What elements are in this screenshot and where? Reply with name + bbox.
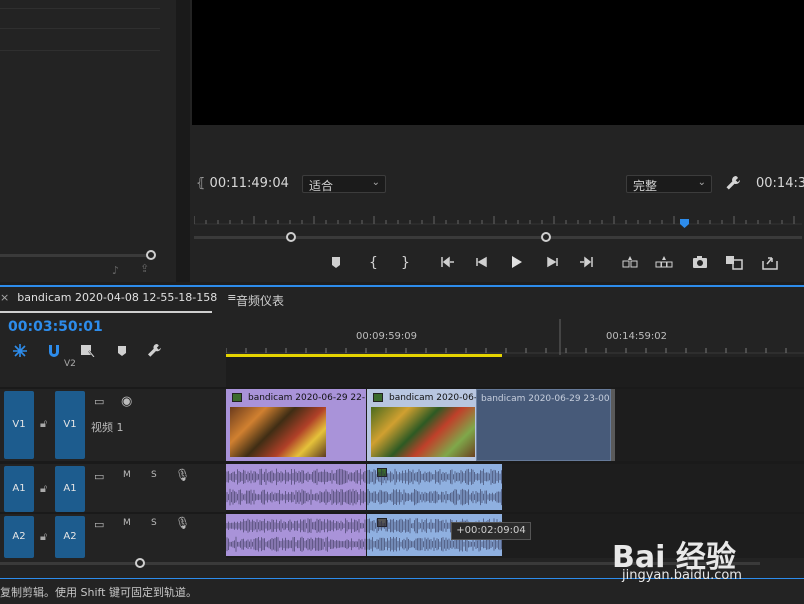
track-header-a1: A1 🔓︎ A1 ▭ M S 🎙︎	[0, 464, 226, 512]
mark-out-icon[interactable]: }	[394, 252, 414, 272]
zoom-handle-right[interactable]	[541, 232, 551, 242]
microphone-icon[interactable]: 🎙︎	[175, 516, 190, 530]
audio-clip[interactable]	[226, 514, 366, 556]
track-label-v2: V2	[64, 359, 76, 369]
fit-select-value: 适合	[309, 179, 334, 193]
export-icon[interactable]: ⇪	[140, 262, 149, 275]
step-forward-icon[interactable]	[542, 252, 562, 272]
tab-audio-meter[interactable]: 音频仪表	[236, 292, 284, 309]
camera-icon[interactable]	[690, 252, 710, 272]
fx-badge	[232, 393, 242, 402]
track-lane-a1[interactable]	[226, 464, 804, 512]
clip-edge	[611, 389, 615, 461]
film-icon[interactable]: ▭	[94, 395, 104, 408]
ruler-label: 00:14:59:02	[606, 331, 668, 342]
drag-offset-tooltip: +00:02:09:04	[451, 522, 531, 540]
go-to-out-icon[interactable]	[576, 252, 596, 272]
audio-waveform	[226, 468, 366, 506]
time-ruler[interactable]: 00:09:59:09 00:14:59:02	[226, 317, 804, 357]
project-panel: ♪ ⇪	[0, 0, 176, 282]
solo-button[interactable]: S	[151, 518, 157, 528]
source-patch-v1[interactable]: V1	[4, 391, 34, 459]
audio-clip[interactable]	[367, 464, 502, 510]
dragged-clip[interactable]: bandicam 2020-06-29 23-00-25	[476, 389, 611, 461]
audio-clip[interactable]	[226, 464, 366, 510]
panel-divider	[176, 0, 190, 282]
sync-lock-icon[interactable]: ▭	[94, 518, 104, 531]
track-header-v2: V2	[0, 357, 226, 387]
project-scrollbar[interactable]	[0, 254, 150, 257]
sync-lock-icon[interactable]: ▭	[94, 470, 104, 483]
video-clip[interactable]: bandicam 2020-06-29 22-1	[226, 389, 366, 461]
lock-icon[interactable]: 🔓︎	[40, 530, 47, 544]
scroll-knob[interactable]	[146, 250, 156, 260]
solo-button[interactable]: S	[151, 470, 157, 480]
fx-badge	[373, 393, 383, 402]
playhead-timecode-text: 00:11:49:04	[209, 176, 289, 191]
watermark-url: jingyan.baidu.com	[622, 568, 742, 583]
lift-icon[interactable]	[620, 252, 640, 272]
track-header-a2: A2 🔓︎ A2 ▭ M S 🎙︎	[0, 514, 226, 558]
source-patch-a2[interactable]: A2	[4, 516, 34, 558]
export-frame-icon[interactable]	[760, 252, 780, 272]
close-icon[interactable]: ×	[0, 291, 9, 304]
clip-title: bandicam 2020-06-29 22-1	[248, 393, 366, 403]
clip-title: bandicam 2020-06-2	[389, 393, 477, 403]
wrench-icon[interactable]	[724, 174, 742, 192]
quality-select-value: 完整	[633, 179, 658, 193]
divider	[0, 50, 160, 51]
tab-underline	[0, 311, 212, 313]
track-lane-v1[interactable]: bandicam 2020-06-29 22-1 bandicam 2020-0…	[226, 389, 804, 461]
go-to-in-icon[interactable]	[438, 252, 458, 272]
video-frame	[192, 0, 804, 125]
zoom-handle-left[interactable]	[286, 232, 296, 242]
lock-icon[interactable]: 🔓︎	[40, 482, 47, 496]
target-a1[interactable]: A1	[55, 466, 85, 512]
playhead-timecode[interactable]: ⦃ 00:11:49:04	[196, 176, 289, 191]
music-icon[interactable]: ♪	[112, 264, 119, 277]
lock-icon[interactable]: 🔓︎	[40, 417, 47, 431]
compare-icon[interactable]	[724, 252, 744, 272]
divider	[0, 28, 160, 29]
tab-sequence-label: bandicam 2020-04-08 12-55-18-158	[17, 291, 218, 304]
quality-select[interactable]: 完整 ⌄	[626, 175, 712, 193]
track-header-v1: V1 🔓︎ V1 ▭ ◉ 视频 1	[0, 389, 226, 461]
track-name-v1: 视频 1	[91, 421, 124, 434]
timeline-timecode[interactable]: 00:03:50:01	[8, 319, 103, 335]
fit-select[interactable]: 适合 ⌄	[302, 175, 386, 193]
program-monitor: ⦃ 00:11:49:04 适合 ⌄ 完整 ⌄ 00:14:3 { }	[190, 0, 804, 282]
clip-thumbnail	[230, 407, 326, 457]
step-back-icon[interactable]	[472, 252, 492, 272]
monitor-ruler[interactable]	[194, 214, 802, 228]
add-marker-icon[interactable]	[326, 252, 346, 272]
target-a2[interactable]: A2	[55, 516, 85, 558]
tab-sequence[interactable]: × bandicam 2020-04-08 12-55-18-158 ≡	[0, 291, 237, 313]
divider	[0, 8, 160, 9]
track-lane-v2[interactable]	[226, 357, 804, 387]
audio-waveform	[367, 468, 502, 506]
play-icon[interactable]	[506, 252, 526, 272]
svg-text:}: }	[401, 255, 410, 271]
chevron-down-icon: ⌄	[697, 177, 706, 188]
clip-thumbnail	[371, 407, 475, 457]
video-clip[interactable]: bandicam 2020-06-2	[367, 389, 477, 461]
target-v1[interactable]: V1	[55, 391, 85, 459]
ruler-label: 00:09:59:09	[356, 331, 418, 342]
chevron-down-icon: ⌄	[371, 177, 380, 188]
source-patch-a1[interactable]: A1	[4, 466, 34, 512]
ruler-ticks	[226, 319, 804, 355]
extract-icon[interactable]	[654, 252, 674, 272]
svg-text:{: {	[369, 255, 378, 271]
watermark: Bai 经验 jingyan.baidu.com	[612, 518, 787, 584]
in-bracket-icon: ⦃	[196, 176, 206, 191]
mark-in-icon[interactable]: {	[362, 252, 382, 272]
mute-button[interactable]: M	[123, 470, 131, 480]
clip-title: bandicam 2020-06-29 23-00-25	[481, 394, 611, 404]
duration-timecode: 00:14:3	[756, 176, 804, 191]
scroll-handle[interactable]	[135, 558, 145, 568]
eye-icon[interactable]: ◉	[121, 394, 132, 409]
mute-button[interactable]: M	[123, 518, 131, 528]
audio-waveform	[226, 518, 366, 552]
microphone-icon[interactable]: 🎙︎	[175, 468, 190, 482]
